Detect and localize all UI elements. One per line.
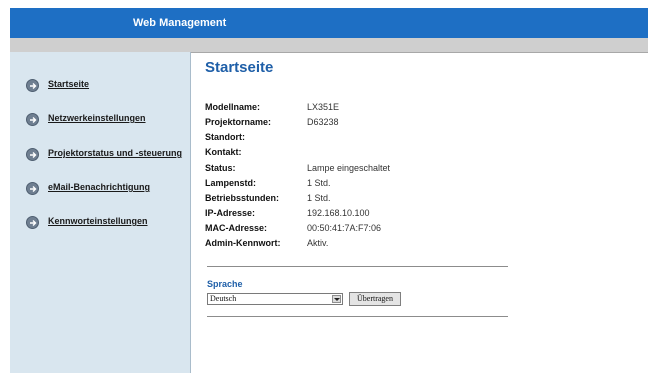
section-divider: [207, 266, 508, 267]
arrow-right-circle-icon: [26, 216, 39, 229]
sidebar-item-label[interactable]: Projektorstatus und -steuerung: [48, 148, 182, 158]
info-label: IP-Adresse:: [205, 208, 256, 218]
info-value: 00:50:41:7A:F7:06: [307, 223, 382, 233]
app-title: Web Management: [133, 17, 227, 29]
info-label: Admin-Kennwort:: [205, 238, 281, 248]
info-value: Lampe eingeschaltet: [307, 163, 391, 173]
sidebar-item-label[interactable]: Kennworteinstellungen: [48, 216, 148, 226]
language-select-value: Deutsch: [210, 294, 237, 303]
info-value: D63238: [307, 117, 339, 127]
info-value: 1 Std.: [307, 193, 331, 203]
header-bar: Web Management: [10, 8, 648, 38]
sidebar-item-label[interactable]: Startseite: [48, 79, 89, 89]
arrow-right-circle-icon: [26, 182, 39, 195]
page-title: Startseite: [205, 59, 274, 76]
language-section-title: Sprache: [207, 279, 243, 289]
header-separator-bar: [10, 38, 648, 53]
info-label: Betriebsstunden:: [205, 193, 280, 203]
language-select[interactable]: Deutsch: [207, 293, 343, 305]
chevron-down-icon[interactable]: [332, 295, 341, 303]
info-label: Projektorname:: [205, 117, 272, 127]
sidebar-item-label[interactable]: eMail-Benachrichtigung: [48, 182, 150, 192]
sidebar: Startseite Netzwerkeinstellungen Projekt…: [10, 52, 191, 373]
info-label: Standort:: [205, 132, 245, 142]
apply-language-button[interactable]: Übertragen: [349, 292, 401, 306]
section-divider: [207, 316, 508, 317]
info-value: 1 Std.: [307, 178, 331, 188]
info-label: Lampenstd:: [205, 178, 257, 188]
info-label: Kontakt:: [205, 147, 242, 157]
arrow-right-circle-icon: [26, 113, 39, 126]
info-label: Modellname:: [205, 102, 261, 112]
info-value: LX351E: [307, 102, 340, 112]
info-value: Aktiv.: [307, 238, 329, 248]
info-label: MAC-Adresse:: [205, 223, 268, 233]
arrow-right-circle-icon: [26, 148, 39, 161]
info-label: Status:: [205, 163, 236, 173]
sidebar-item-label[interactable]: Netzwerkeinstellungen: [48, 113, 146, 123]
arrow-right-circle-icon: [26, 79, 39, 92]
info-value: 192.168.10.100: [307, 208, 370, 218]
